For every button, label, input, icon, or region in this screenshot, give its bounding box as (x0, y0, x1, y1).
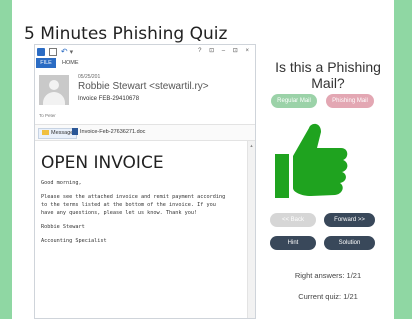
quiz-question: Is this a Phishing Mail? (275, 59, 381, 91)
email-header: 05/25/201 Robbie Stewart <stewartil.ry> … (35, 69, 255, 125)
message-tab-label: Message (51, 130, 74, 136)
avatar-head (49, 80, 59, 90)
current-quiz-counter: Current quiz: 1/21 (298, 292, 358, 301)
window-controls[interactable]: ? ⊡ – ⊡ × (198, 47, 252, 54)
phishing-mail-button[interactable]: Phishing Mail (326, 94, 374, 108)
avatar-body (43, 92, 65, 105)
email-scrollbar[interactable]: ▲ (247, 141, 255, 318)
attachment-file-name: Invoice-Feb-27636271.doc (80, 129, 146, 135)
email-sender: Robbie Stewart <stewartil.ry> (78, 81, 209, 92)
solution-button[interactable]: Solution (324, 236, 375, 250)
word-document-icon (72, 128, 78, 136)
qat-dropdown-icon[interactable]: ▾ (70, 49, 74, 56)
email-greeting: Good morning, (41, 180, 82, 186)
email-window: ↶ ▾ ? ⊡ – ⊡ × FILE HOME 05/25/201 Robbie… (34, 44, 256, 319)
sender-avatar (39, 75, 69, 105)
save-icon[interactable] (48, 48, 57, 57)
email-paragraph: Please see the attached invoice and remi… (41, 194, 226, 216)
thumb-shape (275, 123, 348, 198)
email-body: OPEN INVOICE Good morning, Please see th… (35, 141, 247, 318)
undo-icon[interactable]: ↶ (61, 47, 68, 56)
ribbon-tabs: FILE HOME (35, 58, 255, 68)
thumbs-up-icon (275, 123, 348, 198)
attachment-file[interactable]: Invoice-Feb-27636271.doc (72, 128, 145, 137)
hint-button[interactable]: Hint (270, 236, 316, 250)
regular-mail-button[interactable]: Regular Mail (271, 94, 317, 108)
email-body-title: OPEN INVOICE (41, 153, 164, 173)
outlook-icon (37, 48, 45, 57)
scroll-up-icon[interactable]: ▲ (249, 143, 254, 148)
email-signature-title: Accounting Specialist (41, 238, 107, 244)
tab-file[interactable]: FILE (36, 58, 56, 68)
email-signature-name: Robbie Stewart (41, 224, 85, 230)
email-date: 05/25/201 (78, 74, 101, 80)
email-subject: Invoice FEB-29410678 (78, 96, 140, 102)
envelope-icon (42, 130, 49, 136)
page-title: 5 Minutes Phishing Quiz (24, 24, 228, 44)
tab-home[interactable]: HOME (62, 58, 79, 68)
email-recipient: To Peter (39, 113, 56, 118)
back-button[interactable]: << Back (270, 213, 316, 227)
attachment-bar: Message Invoice-Feb-27636271.doc (35, 125, 255, 141)
right-answers-counter: Right answers: 1/21 (294, 271, 362, 280)
forward-button[interactable]: Forward >> (324, 213, 375, 227)
